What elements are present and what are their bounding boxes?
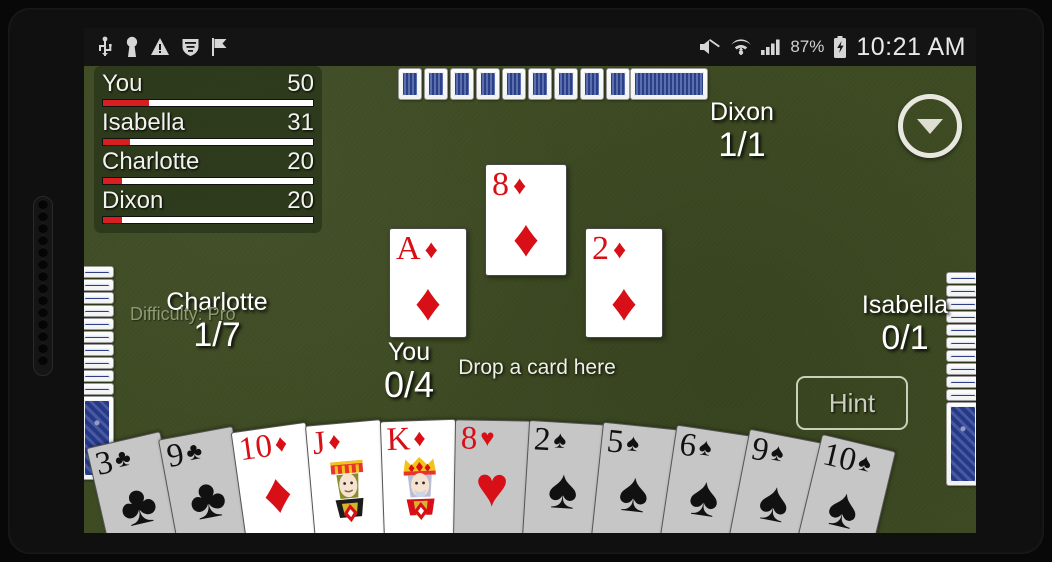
card-center-suit: ♠ xyxy=(546,456,580,521)
usb-icon xyxy=(99,36,112,56)
hand-card[interactable]: K ♦ xyxy=(379,418,460,533)
status-bar-right-icons: 87% 10:21 AM xyxy=(698,28,966,66)
played-card-eight-diamonds: 8 ♦ ♦ xyxy=(485,164,567,276)
player-tricks: 0/4 xyxy=(383,364,435,405)
card-center-suit: ♦ xyxy=(512,210,540,268)
scoreboard-panel[interactable]: You 50 Isabella 31 Charlotte 20 Dixon 20 xyxy=(94,66,322,233)
card-center-suit: ♥ xyxy=(474,454,510,519)
card-suit: ♦ xyxy=(412,424,427,453)
card-suit: ♦ xyxy=(327,427,342,456)
score-player-value: 20 xyxy=(287,148,314,175)
score-progress-bar xyxy=(102,138,314,146)
drop-zone-label: Drop a card here xyxy=(458,356,616,379)
score-progress-bar xyxy=(102,177,314,185)
score-progress-bar xyxy=(102,216,314,224)
flag-icon xyxy=(212,38,227,56)
score-player-value: 20 xyxy=(287,187,314,214)
speaker-grille xyxy=(33,196,53,376)
score-player-value: 31 xyxy=(287,109,314,136)
hand-card[interactable]: 8 ♥ ♥ xyxy=(453,419,532,533)
score-player-value: 50 xyxy=(287,70,314,97)
card-suit: ♠ xyxy=(855,448,875,478)
card-table-felt: You 50 Isabella 31 Charlotte 20 Dixon 20… xyxy=(84,66,976,533)
phone-screen: 87% 10:21 AM You 50 Isabella 31 Charlott… xyxy=(84,28,976,533)
player-hand: 3 ♣ ♣ 9 ♣ ♣ 10 ♦ ♦ J ♦ K ♦ 8 ♥ ♥ 2 ♠ ♠ 5… xyxy=(84,409,976,533)
signal-icon xyxy=(761,39,780,55)
card-rank: 2 xyxy=(532,421,552,459)
score-player-name: Dixon xyxy=(102,187,164,214)
court-figure-king xyxy=(382,454,458,527)
score-row: You 50 xyxy=(102,70,314,107)
played-card-ace-diamonds: A ♦ ♦ xyxy=(389,228,467,338)
card-suit: ♦ xyxy=(424,234,438,264)
status-bar-left-icons xyxy=(96,28,229,66)
status-bar: 87% 10:21 AM xyxy=(84,28,976,66)
card-rank: 2 xyxy=(592,230,609,267)
player-label-you: You 0/4 xyxy=(344,338,474,404)
card-center-suit: ♦ xyxy=(610,274,638,332)
score-player-name: Charlotte xyxy=(102,148,200,175)
card-rank: A xyxy=(396,230,421,267)
player-name: You xyxy=(387,338,431,366)
status-bar-clock: 10:21 AM xyxy=(856,32,966,61)
score-row: Dixon 20 xyxy=(102,187,314,224)
score-row: Charlotte 20 xyxy=(102,148,314,185)
card-suit: ♣ xyxy=(112,443,134,474)
player-name: Dixon xyxy=(710,98,774,126)
card-rank: 8 xyxy=(460,420,478,457)
card-rank: 5 xyxy=(605,423,626,461)
card-suit: ♦ xyxy=(272,429,289,459)
court-figure-jack xyxy=(309,454,389,530)
score-progress-bar xyxy=(102,99,314,107)
card-rank: 8 xyxy=(492,166,509,203)
difficulty-label: Difficulty: Pro xyxy=(130,304,236,324)
played-card-two-diamonds: 2 ♦ ♦ xyxy=(585,228,663,338)
mute-icon xyxy=(700,39,721,54)
wifi-icon xyxy=(731,39,752,55)
score-player-name: Isabella xyxy=(102,109,185,136)
card-suit: ♠ xyxy=(768,438,787,468)
player-label-dixon: Dixon 1/1 xyxy=(672,98,812,164)
chevron-down-glyph xyxy=(917,118,943,134)
phone-device: 87% 10:21 AM You 50 Isabella 31 Charlott… xyxy=(0,0,1052,562)
card-suit: ♠ xyxy=(697,433,714,462)
card-suit: ♦ xyxy=(513,170,527,200)
card-center-suit: ♠ xyxy=(821,473,866,533)
warning-icon xyxy=(151,38,169,55)
battery-percent-label: 87% xyxy=(790,37,825,56)
key-icon xyxy=(126,36,138,57)
vpn-shield-icon xyxy=(182,39,199,56)
card-suit: ♦ xyxy=(613,234,627,264)
hand-card[interactable]: J ♦ xyxy=(304,419,391,533)
player-name: Isabella xyxy=(861,291,949,319)
card-rank: J xyxy=(311,425,327,463)
card-suit: ♣ xyxy=(183,437,205,467)
card-suit: ♠ xyxy=(625,429,641,458)
card-center-suit: ♦ xyxy=(414,274,442,332)
player-tricks: 0/1 xyxy=(881,319,929,357)
player-label-isabella: Isabella 0/1 xyxy=(820,291,976,357)
card-rank: 6 xyxy=(677,426,699,465)
score-player-name: You xyxy=(102,70,143,97)
score-row: Isabella 31 xyxy=(102,109,314,146)
card-center-suit: ♠ xyxy=(615,458,653,525)
card-rank: K xyxy=(385,421,411,459)
chevron-down-circle-icon[interactable] xyxy=(898,94,962,158)
battery-charging-icon xyxy=(834,36,847,58)
card-center-suit: ♦ xyxy=(258,459,297,527)
card-suit: ♠ xyxy=(552,426,568,455)
card-suit: ♥ xyxy=(480,424,495,453)
player-tricks: 1/1 xyxy=(718,126,766,164)
